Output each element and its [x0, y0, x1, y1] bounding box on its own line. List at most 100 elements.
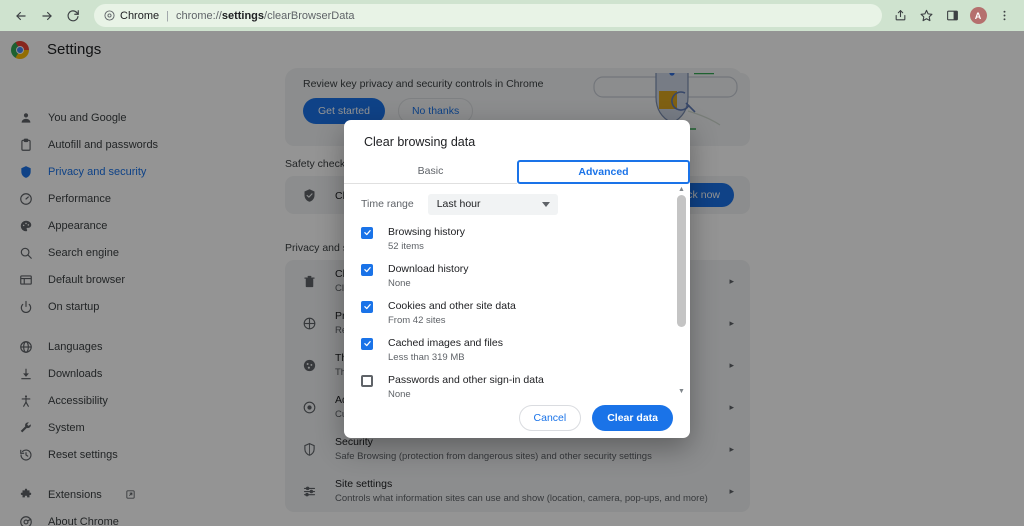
sidebar-item-extensions[interactable]: Extensions [0, 481, 280, 508]
sidebar-item-languages[interactable]: Languages [0, 333, 280, 360]
sidebar-item-appearance[interactable]: Appearance [0, 212, 280, 239]
chevron-right-icon: ▸ [729, 359, 734, 370]
sidebar-item-label: You and Google [48, 111, 127, 124]
sidebar-item-on-startup[interactable]: On startup [0, 293, 280, 320]
avatar[interactable]: A [966, 4, 990, 28]
sidebar-item-search-engine[interactable]: Search engine [0, 239, 280, 266]
sidebar-item-label: Performance [48, 192, 111, 205]
sidebar-item-reset-settings[interactable]: Reset settings [0, 441, 280, 468]
wrench-icon [18, 420, 33, 435]
sidebar-item-label: Privacy and security [48, 165, 147, 178]
checkbox-label: Cached images and files [388, 336, 503, 349]
url-prefix: chrome:// [175, 9, 222, 22]
scrollbar-thumb[interactable] [677, 194, 686, 327]
checkbox-label: Passwords and other sign-in data [388, 373, 544, 386]
chevron-right-icon: ▸ [729, 275, 734, 286]
toolbar-icons: A [888, 4, 1016, 28]
sidebar: You and Google Autofill and passwords Pr… [0, 97, 280, 526]
sidebar-item-label: Extensions [48, 488, 102, 501]
accessibility-icon [18, 393, 33, 408]
back-arrow-icon[interactable] [8, 3, 34, 29]
checkbox-download-history[interactable] [361, 263, 373, 276]
sidebar-item-default-browser[interactable]: Default browser [0, 266, 280, 293]
sidebar-item-label: Autofill and passwords [48, 138, 159, 151]
sidebar-item-autofill-and-passwords[interactable]: Autofill and passwords [0, 131, 280, 158]
history-restore-icon [18, 447, 33, 462]
reload-icon[interactable] [60, 3, 86, 29]
sidebar-item-label: Search engine [48, 246, 119, 259]
tab-advanced[interactable]: Advanced [517, 160, 690, 184]
app-root: Chrome | chrome://settings/clearBrowserD… [0, 0, 1024, 526]
omnibox-separator: | [166, 9, 169, 22]
sidebar-item-label: Default browser [48, 273, 126, 286]
chevron-right-icon: ▸ [729, 317, 734, 328]
security-shield-icon [301, 441, 317, 457]
sidebar-divider-2 [0, 468, 280, 481]
trash-icon [301, 273, 317, 289]
sidebar-item-downloads[interactable]: Downloads [0, 360, 280, 387]
sidebar-item-label: About Chrome [48, 515, 119, 526]
clear-data-button[interactable]: Clear data [592, 405, 673, 432]
checkbox-row-cookies[interactable]: Cookies and other site data From 42 site… [361, 300, 690, 327]
sidebar-item-label: Accessibility [48, 394, 108, 407]
checkbox-row-browsing-history[interactable]: Browsing history 52 items [361, 226, 690, 253]
sidebar-item-privacy-and-security[interactable]: Privacy and security [0, 158, 280, 185]
tab-basic[interactable]: Basic [344, 160, 517, 184]
puzzle-icon [18, 487, 33, 502]
globe-icon [18, 339, 33, 354]
omnibox-url: chrome://settings/clearBrowserData [176, 10, 355, 22]
sliders-icon [301, 483, 317, 499]
star-icon[interactable] [914, 4, 938, 28]
sidebar-item-you-and-google[interactable]: You and Google [0, 104, 280, 131]
safety-check-heading: Safety check [285, 158, 346, 170]
dialog-scrollbar[interactable]: ▲ ▼ [677, 186, 686, 395]
chrome-icon [18, 514, 33, 526]
dialog-tabs: Basic Advanced [344, 160, 690, 184]
sidebar-item-performance[interactable]: Performance [0, 185, 280, 212]
sidebar-item-label: Downloads [48, 367, 103, 380]
chevron-down-icon [541, 201, 550, 207]
omnibox[interactable]: Chrome | chrome://settings/clearBrowserD… [94, 4, 882, 27]
checkbox-cookies-and-other-site-data[interactable] [361, 300, 373, 313]
three-dot-menu-icon[interactable] [992, 4, 1016, 28]
person-icon [18, 110, 33, 125]
checkbox-row-download-history[interactable]: Download history None [361, 263, 690, 290]
scrollbar-track[interactable] [677, 194, 686, 386]
scroll-down-arrow-icon[interactable]: ▼ [678, 388, 685, 395]
checkbox-browsing-history[interactable] [361, 226, 373, 239]
ad-privacy-icon [301, 399, 317, 415]
chevron-right-icon: ▸ [729, 401, 734, 412]
forward-arrow-icon[interactable] [34, 3, 60, 29]
palette-icon [18, 218, 33, 233]
time-range-select[interactable]: Last hour [427, 193, 558, 215]
share-icon[interactable] [888, 4, 912, 28]
sidebar-item-about-chrome[interactable]: About Chrome [0, 508, 280, 526]
open-external-icon[interactable] [125, 489, 136, 500]
promo-subtitle: Review key privacy and security controls… [303, 78, 544, 90]
sidebar-item-system[interactable]: System [0, 414, 280, 441]
url-suffix: /clearBrowserData [264, 9, 355, 22]
row-title: Site settings [335, 478, 393, 490]
site-chip-label: Chrome [120, 9, 160, 22]
site-chip: Chrome [104, 10, 159, 22]
settings-header: Settings [0, 31, 1024, 68]
side-panel-icon[interactable] [940, 4, 964, 28]
data-type-checkbox-list: Browsing history 52 items Download histo… [344, 226, 690, 397]
sidebar-item-label: Appearance [48, 219, 108, 232]
checkbox-label: Browsing history [388, 225, 466, 238]
checkbox-sublabel: None [388, 277, 411, 289]
scroll-up-arrow-icon[interactable]: ▲ [678, 186, 685, 193]
sidebar-item-accessibility[interactable]: Accessibility [0, 387, 280, 414]
clear-browsing-data-dialog: Clear browsing data Basic Advanced Time … [344, 120, 690, 438]
checkbox-row-cached-images[interactable]: Cached images and files Less than 319 MB [361, 337, 690, 364]
row-subtitle: Controls what information sites can use … [335, 493, 708, 504]
checkbox-passwords-and-other-sign-in-data[interactable] [361, 374, 373, 387]
speedometer-icon [18, 191, 33, 206]
cancel-button[interactable]: Cancel [518, 405, 582, 432]
url-bold: settings [221, 9, 265, 22]
chevron-right-icon: ▸ [729, 485, 734, 496]
row-site-settings[interactable]: Site settings Controls what information … [285, 470, 750, 512]
checkbox-cached-images-and-files[interactable] [361, 337, 373, 350]
checkbox-row-passwords[interactable]: Passwords and other sign-in data None [361, 374, 690, 397]
sidebar-divider [0, 320, 280, 333]
